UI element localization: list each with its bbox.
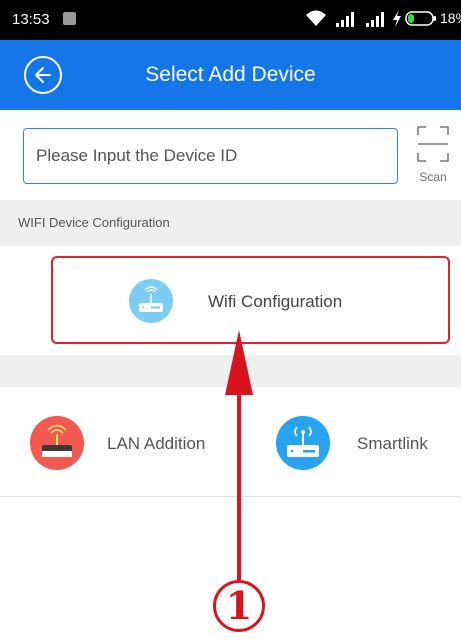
page-title: Select Add Device (145, 63, 316, 86)
smartlink-label: Smartlink (357, 434, 428, 453)
smartlink-button[interactable]: Smartlink (276, 416, 456, 472)
status-bar: 13:53 18% (0, 0, 461, 40)
wifi-configuration-button[interactable]: Wifi Configuration (51, 256, 450, 344)
smartlink-router-icon (276, 416, 330, 470)
step-number-marker: 1 (213, 580, 265, 632)
scan-label: Scan (419, 170, 447, 184)
scan-button[interactable]: Scan (413, 126, 453, 188)
charging-bolt-icon (393, 10, 401, 27)
router-wifi-icon (129, 279, 173, 323)
battery-percent: 18% (440, 10, 461, 26)
lan-addition-label: LAN Addition (107, 434, 206, 453)
divider (0, 496, 461, 497)
battery-icon (405, 11, 436, 26)
scan-frame-icon (417, 126, 449, 162)
lan-router-icon (30, 416, 84, 470)
section-header: WIFI Device Configuration (0, 200, 461, 246)
status-time: 13:53 (12, 11, 50, 28)
lan-addition-button[interactable]: LAN Addition (28, 416, 228, 472)
notification-icon (63, 12, 76, 25)
cell-signal-icon (366, 12, 384, 27)
device-id-input[interactable] (23, 128, 398, 184)
section-divider (0, 355, 461, 387)
wifi-signal-icon (306, 10, 326, 26)
cell-signal-icon (336, 12, 354, 27)
status-indicators: 18% (301, 9, 461, 29)
wifi-configuration-label: Wifi Configuration (208, 292, 343, 311)
section-header-label: WIFI Device Configuration (18, 215, 170, 230)
app-bar: Select Add Device (0, 40, 461, 110)
